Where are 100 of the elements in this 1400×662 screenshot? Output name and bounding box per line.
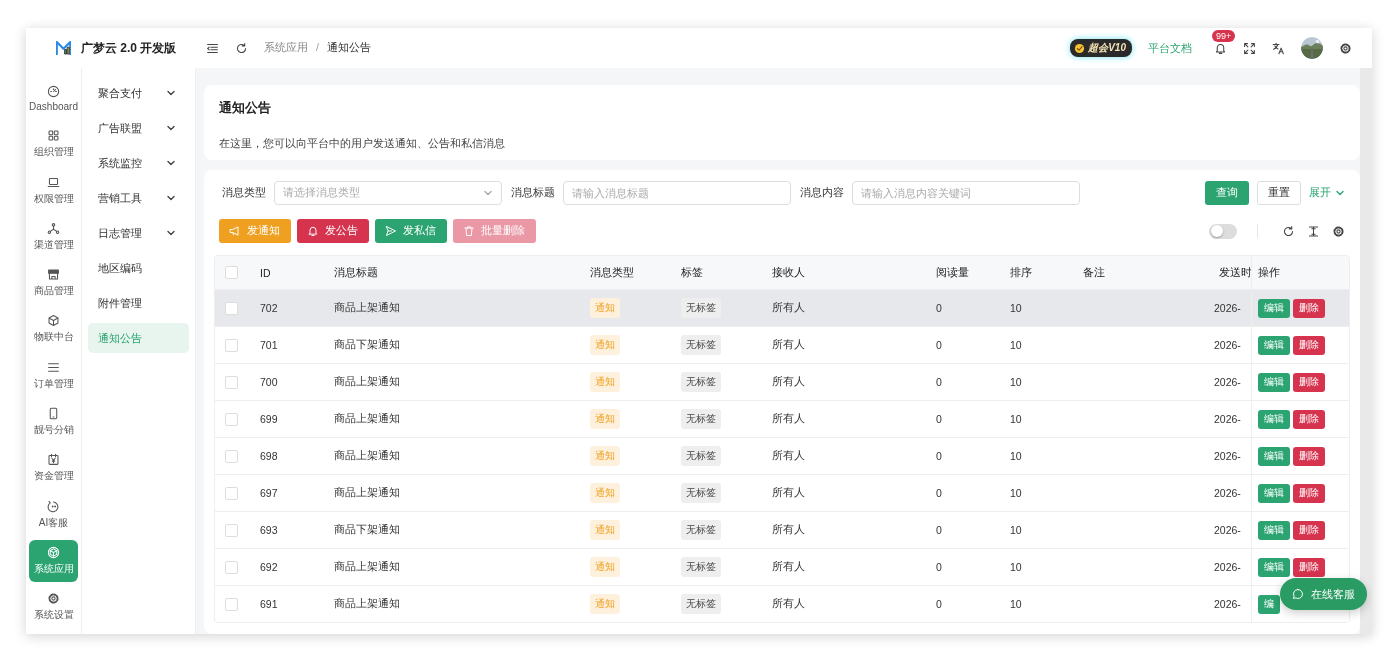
submenu-item[interactable]: 营销工具 — [88, 183, 189, 213]
bell-icon — [307, 225, 319, 237]
delete-button[interactable]: 删除 — [1292, 372, 1325, 392]
table-cell: 商品上架通知 — [334, 560, 400, 572]
chevron-down-icon — [166, 88, 176, 98]
table-cell: 0 — [936, 598, 942, 610]
checkbox[interactable] — [225, 412, 238, 426]
expand-button[interactable]: 展开 — [1309, 186, 1345, 200]
chevron-down-icon — [166, 193, 176, 203]
settings-icon[interactable] — [1332, 224, 1345, 238]
label-tag: 无标签 — [681, 483, 721, 503]
table-cell: 所有人 — [772, 560, 805, 572]
edit-button[interactable]: 编辑 — [1257, 335, 1290, 355]
nav-item[interactable]: 组织管理 — [29, 123, 78, 166]
nav-item[interactable]: Dashboard — [29, 77, 78, 119]
submenu-item[interactable]: 聚合支付 — [88, 78, 189, 108]
cube-icon — [47, 314, 60, 328]
chat-button[interactable]: 在线客服 — [1280, 578, 1367, 610]
action-button[interactable]: 发私信 — [375, 219, 447, 243]
table-row[interactable]: 698 商品上架通知 通知 无标签 所有人 0 10 2026- 编辑 删除 — [215, 437, 1349, 475]
submenu-item[interactable]: 通知公告 — [88, 323, 189, 353]
checkbox[interactable] — [225, 523, 238, 537]
delete-button[interactable]: 删除 — [1292, 298, 1325, 318]
input-field[interactable]: 请输入消息内容关键词 — [852, 181, 1080, 205]
table-cell: 697 — [260, 487, 278, 499]
edit-button[interactable]: 编辑 — [1257, 520, 1290, 540]
row-height-icon[interactable] — [1307, 224, 1320, 238]
submenu-item[interactable]: 地区编码 — [88, 253, 189, 283]
table-row[interactable]: 700 商品上架通知 通知 无标签 所有人 0 10 2026- 编辑 删除 — [215, 363, 1349, 401]
delete-button[interactable]: 删除 — [1292, 557, 1325, 577]
table-row[interactable]: 697 商品上架通知 通知 无标签 所有人 0 10 2026- 编辑 删除 — [215, 474, 1349, 512]
nav-item[interactable]: 渠道管理 — [29, 215, 78, 258]
nav-item[interactable]: 资金管理 — [29, 447, 78, 490]
nav-item[interactable]: 订单管理 — [29, 354, 78, 397]
submenu-item[interactable]: 广告联盟 — [88, 113, 189, 143]
fullscreen-icon[interactable] — [1243, 41, 1256, 55]
docs-link[interactable]: 平台文档 — [1148, 40, 1192, 56]
nav-item[interactable]: 物联中台 — [29, 308, 78, 351]
bell-icon[interactable] — [1214, 41, 1227, 55]
label-tag: 无标签 — [681, 446, 721, 466]
delete-button[interactable]: 删除 — [1292, 520, 1325, 540]
table-cell: 2026- — [1214, 339, 1241, 351]
edit-button[interactable]: 编辑 — [1257, 298, 1290, 318]
checkbox[interactable] — [225, 266, 238, 280]
menu-icon[interactable] — [206, 41, 219, 55]
nav-item[interactable]: 权限管理 — [29, 169, 78, 212]
box-icon — [47, 545, 60, 559]
checkbox[interactable] — [225, 486, 238, 500]
translate-icon[interactable] — [1272, 41, 1285, 55]
search-button[interactable]: 查询 — [1205, 181, 1249, 205]
table-row[interactable]: 692 商品上架通知 通知 无标签 所有人 0 10 2026- 编辑 删除 — [215, 548, 1349, 586]
edit-button[interactable]: 编 — [1257, 594, 1280, 614]
nav-item[interactable]: 商品管理 — [29, 262, 78, 305]
edit-button[interactable]: 编辑 — [1257, 483, 1290, 503]
table-row[interactable]: 702 商品上架通知 通知 无标签 所有人 0 10 2026- 编辑 删除 — [215, 289, 1349, 327]
nav-item[interactable]: 系统应用 — [29, 539, 78, 582]
table-row[interactable]: 693 商品下架通知 通知 无标签 所有人 0 10 2026- 编辑 删除 — [215, 511, 1349, 549]
action-button[interactable]: 发公告 — [297, 219, 369, 243]
nav-item[interactable]: AI客服 — [29, 493, 78, 536]
type-tag: 通知 — [590, 372, 620, 392]
table-cell: 0 — [936, 302, 942, 314]
column-header: 消息标题 — [334, 265, 378, 278]
delete-button[interactable]: 删除 — [1292, 446, 1325, 466]
submenu-item[interactable]: 附件管理 — [88, 288, 189, 318]
calendar-icon — [47, 453, 60, 467]
table-cell: 商品上架通知 — [334, 449, 400, 461]
trash-icon — [463, 225, 475, 237]
breadcrumb-item[interactable]: 系统应用 — [264, 41, 308, 55]
checkbox[interactable] — [225, 375, 238, 389]
submenu-item[interactable]: 日志管理 — [88, 218, 189, 248]
refresh-icon[interactable] — [235, 41, 248, 55]
table-cell: 商品下架通知 — [334, 338, 400, 350]
nav-item[interactable]: 靓号分销 — [29, 401, 78, 444]
checkbox[interactable] — [225, 597, 238, 611]
delete-button[interactable]: 删除 — [1292, 409, 1325, 429]
edit-button[interactable]: 编辑 — [1257, 557, 1290, 577]
edit-button[interactable]: 编辑 — [1257, 409, 1290, 429]
settings-icon[interactable] — [1339, 41, 1352, 55]
refresh-icon[interactable] — [1282, 224, 1295, 238]
table-row[interactable]: 701 商品下架通知 通知 无标签 所有人 0 10 2026- 编辑 删除 — [215, 326, 1349, 364]
gauge-icon — [47, 84, 60, 98]
checkbox[interactable] — [225, 338, 238, 352]
table-cell: 所有人 — [772, 338, 805, 350]
submenu-item[interactable]: 系统监控 — [88, 148, 189, 178]
checkbox[interactable] — [225, 560, 238, 574]
table-cell: 702 — [260, 302, 278, 314]
delete-button[interactable]: 删除 — [1292, 335, 1325, 355]
nav-item[interactable]: 系统设置 — [29, 586, 78, 629]
edit-button[interactable]: 编辑 — [1257, 446, 1290, 466]
toggle-switch[interactable] — [1209, 223, 1237, 239]
reset-button[interactable]: 重置 — [1257, 181, 1301, 205]
delete-button[interactable]: 删除 — [1292, 483, 1325, 503]
select-field[interactable]: 请选择消息类型 — [274, 181, 502, 205]
column-header: 标签 — [681, 265, 703, 278]
checkbox[interactable] — [225, 301, 238, 315]
edit-button[interactable]: 编辑 — [1257, 372, 1290, 392]
checkbox[interactable] — [225, 449, 238, 463]
input-field[interactable]: 请输入消息标题 — [563, 181, 791, 205]
table-row[interactable]: 699 商品上架通知 通知 无标签 所有人 0 10 2026- 编辑 删除 — [215, 400, 1349, 438]
laptop-icon — [47, 175, 60, 189]
